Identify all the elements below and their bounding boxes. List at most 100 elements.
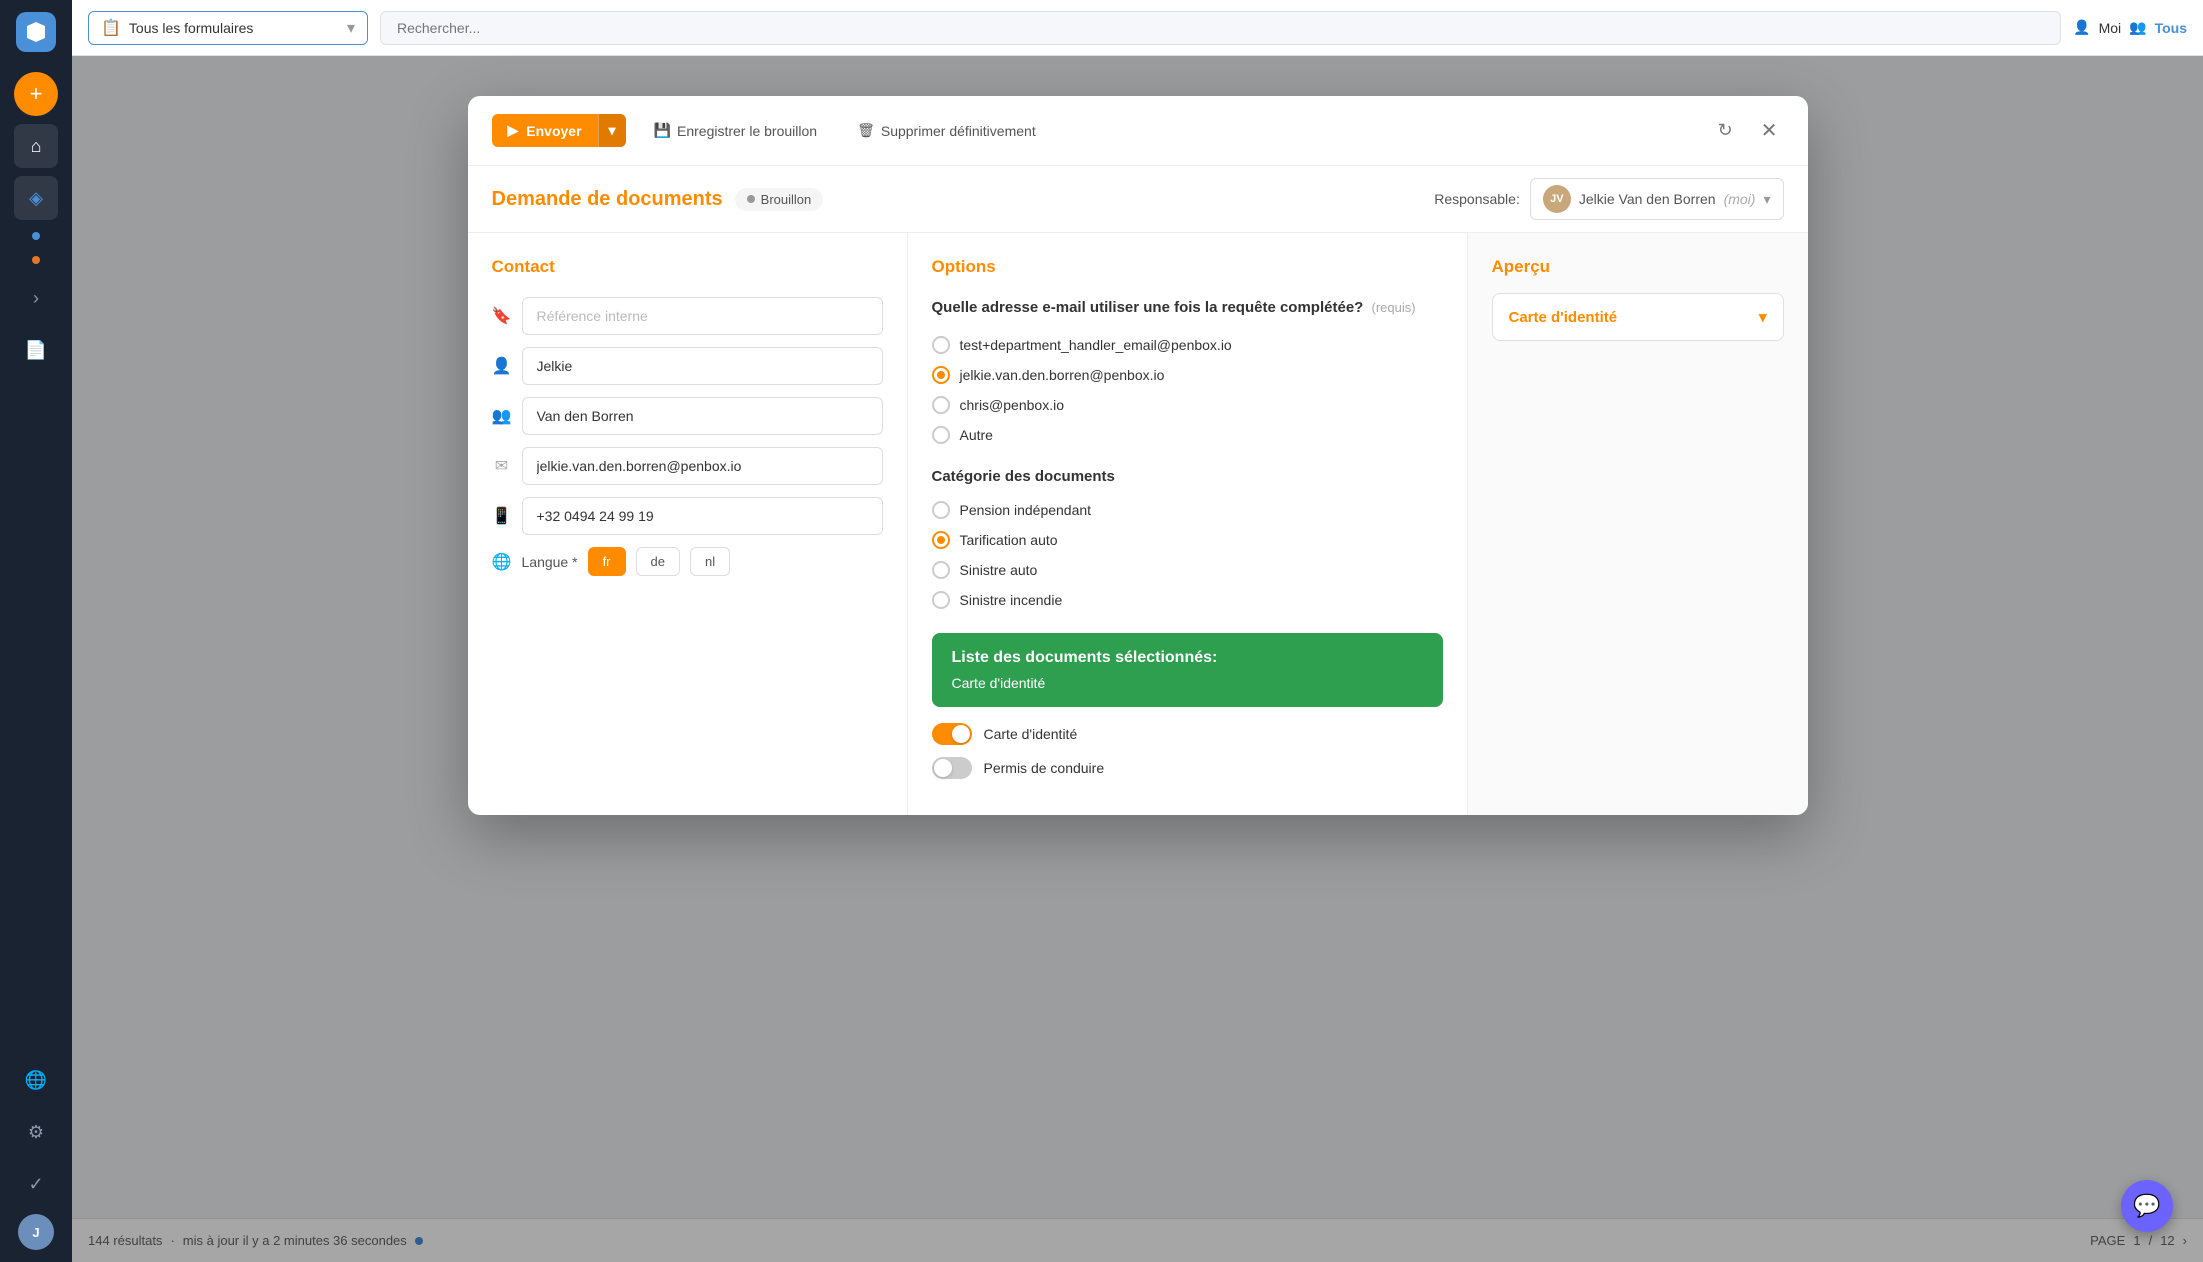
responsable-button[interactable]: JV Jelkie Van den Borren (moi) ▾ xyxy=(1530,178,1784,220)
envoyer-button[interactable]: ▶ Envoyer ▾ xyxy=(492,114,626,147)
topbar: 📋 Tous les formulaires ▾ 👤 Moi 👥 Tous xyxy=(72,0,2203,56)
status-label: Brouillon xyxy=(761,192,812,207)
sidebar-dot-2 xyxy=(32,256,40,264)
user-icon: 👤 xyxy=(2073,19,2090,36)
cat-radio-1 xyxy=(932,501,950,519)
sidebar-item-settings[interactable]: ⚙ xyxy=(14,1110,58,1154)
sidebar-item-globe[interactable]: 🌐 xyxy=(14,1058,58,1102)
envoyer-dropdown-arrow[interactable]: ▾ xyxy=(598,114,626,147)
lang-de-button[interactable]: de xyxy=(636,547,680,576)
add-button[interactable]: + xyxy=(14,72,58,116)
lang-nl-button[interactable]: nl xyxy=(690,547,730,576)
chat-button[interactable]: 💬 xyxy=(2121,1180,2173,1232)
selected-docs-item: Carte d'identité xyxy=(952,675,1423,691)
sidebar: + ⌂ ◈ › 📄 🌐 ⚙ ✓ J xyxy=(0,0,72,1262)
toggle-carte-label: Carte d'identité xyxy=(984,726,1078,742)
chevron-down-icon: ▾ xyxy=(1763,191,1770,208)
reference-icon: 🔖 xyxy=(492,306,512,326)
phone-row: 📱 xyxy=(492,497,883,535)
person-icon: 👤 xyxy=(492,356,512,376)
refresh-button[interactable]: ↻ xyxy=(1712,114,1739,147)
apercu-card[interactable]: Carte d'identité ▾ xyxy=(1492,293,1784,341)
radio-circle-3 xyxy=(932,396,950,414)
cat-radio-4 xyxy=(932,591,950,609)
save-icon: 💾 xyxy=(654,122,671,139)
langue-icon: 🌐 xyxy=(492,552,512,572)
tous-label[interactable]: Tous xyxy=(2155,20,2187,36)
firstname-input[interactable] xyxy=(522,347,883,385)
lang-fr-button[interactable]: fr xyxy=(588,547,626,576)
sidebar-item-file[interactable]: 📄 xyxy=(14,328,58,372)
contact-panel: Contact 🔖 👤 👥 xyxy=(468,233,908,815)
toggle-permis-switch[interactable] xyxy=(932,757,972,779)
search-input[interactable] xyxy=(380,11,2061,45)
phone-icon: 📱 xyxy=(492,506,512,526)
modal-body: Contact 🔖 👤 👥 xyxy=(468,233,1808,815)
topbar-user: 👤 Moi 👥 Tous xyxy=(2073,19,2187,36)
toggle-permis-conduire: Permis de conduire xyxy=(932,757,1443,779)
options-title: Options xyxy=(932,257,1443,277)
form-selector[interactable]: 📋 Tous les formulaires ▾ xyxy=(88,11,368,45)
requis-label: (requis) xyxy=(1372,300,1416,315)
toggle-carte-switch[interactable] xyxy=(932,723,972,745)
supprimer-button[interactable]: 🗑 Supprimer définitivement xyxy=(845,114,1048,147)
toggle-knob-2 xyxy=(934,759,952,777)
reference-input[interactable] xyxy=(522,297,883,335)
modal-document-request: ▶ Envoyer ▾ 💾 Enregistrer le brouillon 🗑… xyxy=(468,96,1808,815)
sidebar-item-expand[interactable]: › xyxy=(14,276,58,320)
responsable-name: Jelkie Van den Borren xyxy=(1579,191,1716,207)
toggle-permis-label: Permis de conduire xyxy=(984,760,1105,776)
app-logo[interactable] xyxy=(16,12,56,52)
categorie-title: Catégorie des documents xyxy=(932,468,1443,485)
selected-docs-box: Liste des documents sélectionnés: Carte … xyxy=(932,633,1443,707)
lastname-input[interactable] xyxy=(522,397,883,435)
envoyer-main[interactable]: ▶ Envoyer xyxy=(492,114,598,147)
reference-row: 🔖 xyxy=(492,297,883,335)
langue-label: Langue * xyxy=(522,554,578,570)
email-option-2[interactable]: jelkie.van.den.borren@penbox.io xyxy=(932,366,1443,384)
apercu-title: Aperçu xyxy=(1492,257,1784,277)
apercu-panel: Aperçu Carte d'identité ▾ xyxy=(1468,233,1808,815)
phone-input[interactable] xyxy=(522,497,883,535)
sidebar-dot-1 xyxy=(32,232,40,240)
responsable-label: Responsable: xyxy=(1434,191,1520,207)
lastname-row: 👥 xyxy=(492,397,883,435)
email-input[interactable] xyxy=(522,447,883,485)
radio-circle-1 xyxy=(932,336,950,354)
categorie-radio-group: Pension indépendant Tarification auto Si… xyxy=(932,501,1443,609)
categorie-option-1[interactable]: Pension indépendant xyxy=(932,501,1443,519)
toggle-carte-identite: Carte d'identité xyxy=(932,723,1443,745)
apercu-card-label: Carte d'identité xyxy=(1509,309,1618,326)
categorie-option-2[interactable]: Tarification auto xyxy=(932,531,1443,549)
email-row: ✉ xyxy=(492,447,883,485)
sidebar-item-check[interactable]: ✓ xyxy=(14,1162,58,1206)
langue-row: 🌐 Langue * fr de nl xyxy=(492,547,883,576)
trash-icon: 🗑 xyxy=(857,122,875,139)
modal-title: Demande de documents xyxy=(492,188,723,211)
cat-radio-3 xyxy=(932,561,950,579)
email-option-3[interactable]: chris@penbox.io xyxy=(932,396,1443,414)
sidebar-item-layers[interactable]: ◈ xyxy=(14,176,58,220)
form-selector-label: Tous les formulaires xyxy=(129,20,254,36)
close-button[interactable]: ✕ xyxy=(1755,112,1784,149)
supprimer-label: Supprimer définitivement xyxy=(881,123,1036,139)
email-option-1[interactable]: test+department_handler_email@penbox.io xyxy=(932,336,1443,354)
email-question: Quelle adresse e-mail utiliser une fois … xyxy=(932,297,1443,320)
selected-docs-title: Liste des documents sélectionnés: xyxy=(952,649,1423,667)
categorie-option-4[interactable]: Sinistre incendie xyxy=(932,591,1443,609)
toggle-knob xyxy=(952,725,970,743)
contact-title: Contact xyxy=(492,257,883,277)
responsable-suffix: (moi) xyxy=(1724,191,1756,207)
content-area: ▶ Envoyer ▾ 💾 Enregistrer le brouillon 🗑… xyxy=(72,56,2203,1262)
user-avatar[interactable]: J xyxy=(18,1214,54,1250)
send-icon: ▶ xyxy=(508,122,519,139)
chevron-down-icon: ▾ xyxy=(1759,308,1767,326)
responsable-section: Responsable: JV Jelkie Van den Borren (m… xyxy=(1434,178,1783,220)
brouillon-label: Enregistrer le brouillon xyxy=(677,123,817,139)
email-option-4[interactable]: Autre xyxy=(932,426,1443,444)
options-panel: Options Quelle adresse e-mail utiliser u… xyxy=(908,233,1468,815)
brouillon-button[interactable]: 💾 Enregistrer le brouillon xyxy=(642,114,830,147)
sidebar-item-home[interactable]: ⌂ xyxy=(14,124,58,168)
status-dot xyxy=(747,195,755,203)
categorie-option-3[interactable]: Sinistre auto xyxy=(932,561,1443,579)
